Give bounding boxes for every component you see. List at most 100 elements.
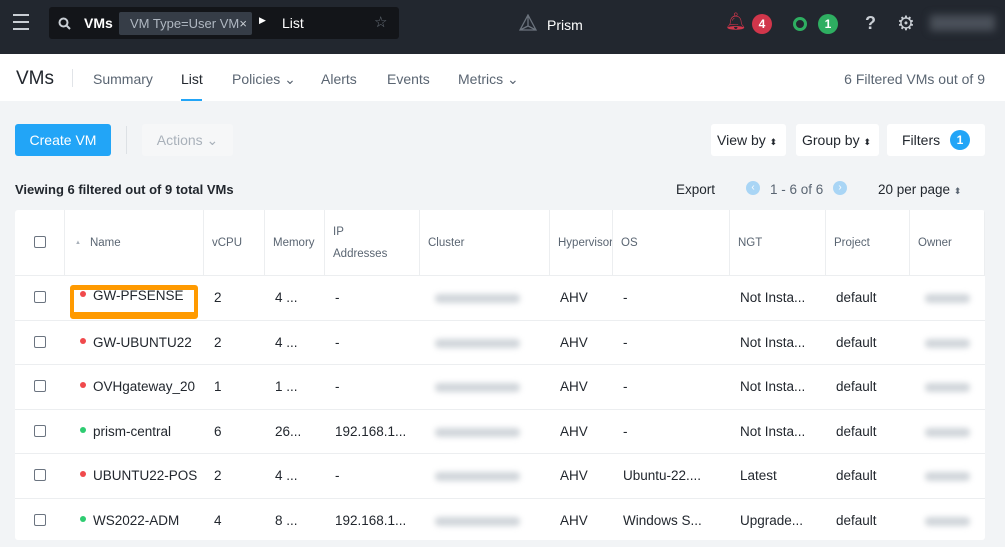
table-row[interactable]: GW-PFSENSE 2 4 ... - AHV - Not Insta... default	[15, 275, 985, 320]
tab-alerts[interactable]: Alerts	[321, 71, 357, 87]
filtered-summary: 6 Filtered VMs out of 9	[844, 71, 985, 87]
os-cell: -	[623, 334, 628, 350]
vm-name-link[interactable]: prism-central	[80, 410, 202, 454]
column-header-name[interactable]: ▲ Name	[65, 210, 204, 275]
row-checkbox[interactable]	[34, 513, 46, 526]
vm-name[interactable]: WS2022-ADM	[93, 513, 179, 528]
column-header-ngt[interactable]: NGT	[730, 210, 826, 275]
breadcrumb[interactable]: List	[282, 15, 304, 31]
view-by-dropdown[interactable]: View by ⬍	[711, 124, 786, 156]
project-cell: default	[836, 468, 877, 483]
gear-icon[interactable]: ⚙	[897, 11, 915, 36]
redacted-text	[925, 294, 970, 303]
vm-name[interactable]: OVHgateway_20	[93, 379, 195, 394]
sort-icon: ⬍	[769, 137, 778, 147]
ip-cell: 192.168.1...	[335, 423, 407, 439]
column-label: Hypervisor	[558, 236, 613, 249]
column-header-hypervisor[interactable]: Hypervisor	[550, 210, 613, 275]
vm-name-link[interactable]: UBUNTU22-POS	[80, 454, 202, 498]
tab-summary[interactable]: Summary	[93, 71, 153, 87]
divider	[126, 126, 127, 154]
export-button[interactable]: Export	[676, 182, 715, 197]
filters-button[interactable]: Filters 1	[887, 124, 985, 156]
vm-name[interactable]: prism-central	[93, 424, 171, 439]
os-cell: -	[623, 423, 628, 439]
hypervisor-cell: AHV	[560, 290, 588, 305]
memory-cell: 1 ...	[275, 379, 298, 394]
menu-icon[interactable]	[13, 14, 29, 30]
vm-name-link[interactable]: GW-PFSENSE	[70, 274, 202, 319]
column-header-memory[interactable]: Memory	[265, 210, 325, 275]
memory-cell: 4 ...	[275, 468, 298, 483]
cluster-cell-redacted	[430, 321, 548, 365]
memory-cell: 4 ...	[275, 290, 298, 305]
column-label: vCPU	[212, 236, 243, 249]
hypervisor-cell: AHV	[560, 512, 588, 528]
ip-cell: -	[335, 290, 340, 305]
user-menu[interactable]	[930, 15, 995, 31]
owner-cell-redacted	[920, 276, 983, 320]
row-checkbox[interactable]	[34, 424, 46, 437]
app-name: Prism	[547, 17, 583, 33]
table-row[interactable]: WS2022-ADM 4 8 ... 192.168.1... AHV Windows S…	[15, 497, 985, 541]
vm-name-link[interactable]: WS2022-ADM	[80, 499, 202, 541]
group-by-dropdown[interactable]: Group by ⬍	[796, 124, 879, 156]
vm-name-link[interactable]: OVHgateway_20	[80, 365, 202, 409]
column-label: Owner	[918, 236, 952, 249]
hypervisor-cell: AHV	[560, 379, 588, 394]
column-header-project[interactable]: Project	[826, 210, 910, 275]
vm-name[interactable]: GW-PFSENSE	[93, 288, 184, 303]
column-header-cluster[interactable]: Cluster	[420, 210, 550, 275]
star-icon[interactable]: ☆	[374, 13, 387, 31]
table-row[interactable]: OVHgateway_20 1 1 ... - AHV - Not Insta... defa…	[15, 364, 985, 409]
table-row[interactable]: UBUNTU22-POS 2 4 ... - AHV Ubuntu-22.... Lates…	[15, 453, 985, 498]
tab-metrics[interactable]: Metrics ⌄	[458, 71, 519, 88]
alerts-badge[interactable]: 4	[752, 14, 772, 34]
caret-right-icon: ▶	[259, 15, 266, 25]
redacted-text	[435, 472, 520, 481]
bell-icon[interactable]: 🔔︎	[725, 12, 747, 32]
help-icon[interactable]: ?	[865, 13, 876, 34]
tasks-icon[interactable]	[793, 17, 807, 31]
project-cell: default	[836, 334, 877, 350]
tab-list[interactable]: List	[181, 71, 203, 87]
select-all-checkbox[interactable]	[34, 236, 46, 248]
column-label: NGT	[738, 236, 763, 249]
owner-cell-redacted	[920, 499, 983, 541]
power-status-icon	[80, 291, 86, 298]
vcpu-cell: 1	[214, 379, 222, 394]
row-checkbox[interactable]	[34, 335, 46, 348]
project-cell: default	[836, 423, 877, 439]
close-icon[interactable]: ×	[239, 12, 247, 35]
vm-name[interactable]: UBUNTU22-POS	[93, 468, 197, 483]
column-header-ip[interactable]: IP Addresses	[325, 210, 420, 275]
row-checkbox[interactable]	[34, 469, 46, 481]
tab-events[interactable]: Events	[387, 71, 430, 87]
filters-label: Filters	[902, 132, 941, 148]
viewing-summary: Viewing 6 filtered out of 9 total VMs	[15, 182, 234, 197]
ip-cell: -	[335, 468, 340, 483]
column-header-owner[interactable]: Owner	[910, 210, 985, 275]
row-checkbox[interactable]	[34, 380, 46, 392]
tasks-badge[interactable]: 1	[818, 14, 838, 34]
vm-name[interactable]: GW-UBUNTU22	[93, 335, 192, 350]
actions-button[interactable]: Actions ⌄	[142, 124, 233, 156]
vcpu-cell: 2	[214, 334, 222, 350]
table-row[interactable]: GW-UBUNTU22 2 4 ... - AHV - Not Insta... defaul…	[15, 319, 985, 365]
column-header-os[interactable]: OS	[613, 210, 730, 275]
create-vm-button[interactable]: Create VM	[15, 124, 111, 156]
os-cell: -	[623, 379, 628, 394]
prev-page-button[interactable]: ‹	[746, 181, 760, 195]
column-header-vcpu[interactable]: vCPU	[204, 210, 265, 275]
vm-name-link[interactable]: GW-UBUNTU22	[80, 321, 202, 365]
power-status-icon	[80, 515, 86, 522]
row-checkbox[interactable]	[34, 291, 46, 303]
memory-cell: 26...	[275, 423, 302, 439]
tab-policies[interactable]: Policies ⌄	[232, 71, 296, 88]
ngt-cell: Upgrade...	[740, 512, 804, 528]
table-row[interactable]: prism-central 6 26... 192.168.1... AHV - Not I…	[15, 408, 985, 454]
per-page-dropdown[interactable]: 20 per page ⬍	[878, 182, 961, 197]
ngt-cell: Not Insta...	[740, 423, 806, 439]
next-page-button[interactable]: ›	[833, 181, 847, 195]
vcpu-cell: 6	[214, 423, 222, 439]
